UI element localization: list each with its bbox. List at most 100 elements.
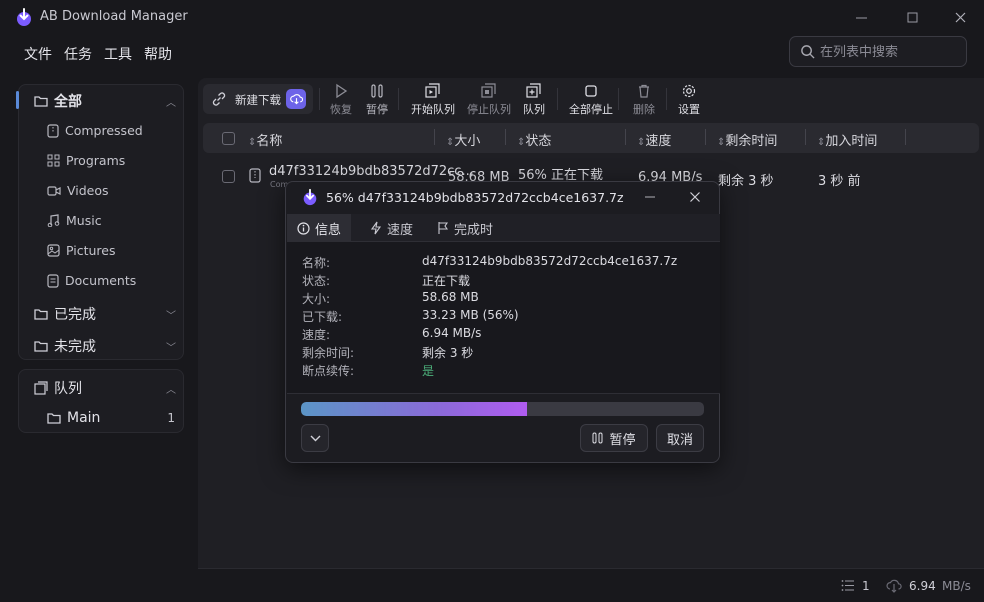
sidebar-item-label: Compressed — [65, 123, 143, 138]
tab-speed[interactable]: 速度 — [360, 214, 423, 242]
delete-button[interactable]: 删除 — [633, 83, 655, 117]
info-label: 剩余时间: — [302, 346, 355, 360]
sidebar-item-label: Main — [67, 410, 101, 426]
dialog-title: 56% d47f33124b9bdb83572d72ccb4ce1637.7z — [326, 190, 624, 205]
sidebar-item-label: 全部 — [54, 94, 82, 110]
sidebar-item-label: Music — [66, 213, 102, 228]
total-speed-unit: MB/s — [942, 579, 971, 593]
sidebar-item-label: Programs — [66, 153, 126, 168]
sidebar-item-all[interactable]: 全部 ︿ — [34, 91, 176, 111]
sidebar-item-unfinished[interactable]: 未完成 ﹀ — [34, 336, 176, 356]
cancel-download-button[interactable]: 取消 — [656, 424, 704, 452]
column-header-status[interactable]: ⇕状态 — [517, 130, 551, 149]
column-divider — [705, 129, 706, 145]
select-all-checkbox[interactable] — [222, 132, 235, 145]
info-value-speed: 6.94 MB/s — [422, 326, 482, 340]
settings-label: 设置 — [678, 103, 700, 116]
archive-icon — [249, 168, 261, 183]
info-value-status: 正在下载 — [422, 274, 471, 288]
gear-icon — [682, 84, 696, 98]
maximize-icon — [907, 12, 917, 22]
new-download-button[interactable]: 新建下载 — [203, 84, 313, 114]
menu-help[interactable]: 帮助 — [144, 44, 172, 64]
sidebar-item-label: 已完成 — [54, 307, 96, 323]
tab-on-complete[interactable]: 完成时 — [427, 214, 503, 242]
menu-tasks[interactable]: 任务 — [64, 44, 92, 64]
pause-download-button[interactable]: 暂停 — [580, 424, 648, 452]
info-panel: 名称: d47f33124b9bdb83572d72ccb4ce1637.7z … — [287, 242, 720, 394]
sidebar-item-label: 未完成 — [54, 339, 96, 355]
close-window-button[interactable] — [945, 5, 975, 29]
lightning-icon — [370, 221, 382, 235]
column-divider — [805, 129, 806, 145]
stop-queue-label: 停止队列 — [467, 103, 511, 116]
queue-button[interactable]: 队列 — [523, 83, 545, 117]
info-label: 状态: — [302, 274, 331, 288]
column-divider — [905, 129, 906, 145]
queue-icon — [526, 83, 541, 98]
dialog-close-button[interactable] — [683, 186, 707, 208]
menu-tools[interactable]: 工具 — [104, 44, 132, 64]
tab-info[interactable]: 信息 — [287, 214, 352, 242]
resume-button[interactable]: 恢复 — [330, 83, 352, 117]
delete-label: 删除 — [633, 103, 655, 116]
column-header-size[interactable]: ⇕大小 — [446, 130, 480, 149]
maximize-button[interactable] — [897, 5, 927, 29]
settings-button[interactable]: 设置 — [678, 83, 700, 117]
play-icon — [336, 83, 348, 99]
column-header-name[interactable]: ⇕名称 — [248, 130, 282, 149]
toolbar-divider — [319, 88, 320, 110]
tab-label: 完成时 — [454, 222, 494, 238]
toolbar-divider — [618, 88, 619, 110]
stop-queue-button[interactable]: 停止队列 — [467, 83, 511, 117]
sidebar-item-music[interactable]: Music — [47, 213, 102, 228]
expand-button[interactable] — [301, 424, 329, 452]
column-header-speed[interactable]: ⇕速度 — [637, 130, 671, 149]
sidebar-item-programs[interactable]: Programs — [47, 153, 125, 168]
sidebar-queue-main[interactable]: Main 1 — [47, 410, 175, 426]
info-label: 名称: — [302, 256, 331, 270]
row-added: 3 秒 前 — [818, 174, 861, 189]
toolbar-divider — [666, 88, 667, 110]
row-checkbox[interactable] — [222, 170, 235, 183]
toolbar-divider — [557, 88, 558, 110]
sidebar-item-videos[interactable]: Videos — [47, 183, 109, 198]
sidebar-item-compressed[interactable]: Compressed — [47, 123, 143, 138]
info-label: 大小: — [302, 292, 331, 306]
column-divider — [505, 129, 506, 145]
folder-icon — [34, 96, 48, 107]
queue-icon — [34, 381, 48, 395]
column-divider — [434, 129, 435, 145]
column-divider — [625, 129, 626, 145]
new-download-label: 新建下载 — [235, 93, 281, 107]
column-header-added[interactable]: ⇕加入时间 — [817, 130, 877, 149]
search-icon — [801, 45, 815, 59]
total-speed: 6.94 — [909, 579, 936, 593]
archive-icon — [47, 123, 59, 138]
stop-all-label: 全部停止 — [569, 103, 613, 116]
sidebar-item-documents[interactable]: Documents — [47, 273, 136, 288]
row-file-name: d47f33124b9bdb83572d72cc... — [269, 164, 474, 179]
chevron-down-icon — [310, 435, 320, 441]
search-input[interactable] — [820, 42, 960, 62]
sidebar-item-completed[interactable]: 已完成 ﹀ — [34, 304, 176, 324]
start-queue-label: 开始队列 — [411, 103, 455, 116]
download-progress-dialog: 56% d47f33124b9bdb83572d72ccb4ce1637.7z … — [285, 181, 720, 463]
tab-label: 速度 — [387, 222, 414, 238]
search-box — [789, 36, 967, 67]
dialog-minimize-button[interactable] — [638, 186, 662, 208]
title-bar: AB Download Manager — [0, 0, 984, 34]
start-queue-button[interactable]: 开始队列 — [411, 83, 455, 117]
pause-button[interactable]: 暂停 — [366, 83, 388, 117]
minimize-icon — [645, 196, 655, 198]
menu-file[interactable]: 文件 — [24, 44, 52, 64]
sidebar-queue-header[interactable]: 队列 ︿ — [34, 378, 176, 398]
folder-icon — [47, 413, 61, 424]
sidebar-item-pictures[interactable]: Pictures — [47, 243, 116, 258]
minimize-button[interactable] — [846, 5, 876, 29]
queue-label: 队列 — [523, 103, 545, 116]
stop-all-button[interactable]: 全部停止 — [569, 83, 613, 117]
cancel-download-label: 取消 — [666, 432, 693, 448]
pause-download-label: 暂停 — [609, 432, 636, 448]
column-header-remaining[interactable]: ⇕剩余时间 — [717, 130, 777, 149]
